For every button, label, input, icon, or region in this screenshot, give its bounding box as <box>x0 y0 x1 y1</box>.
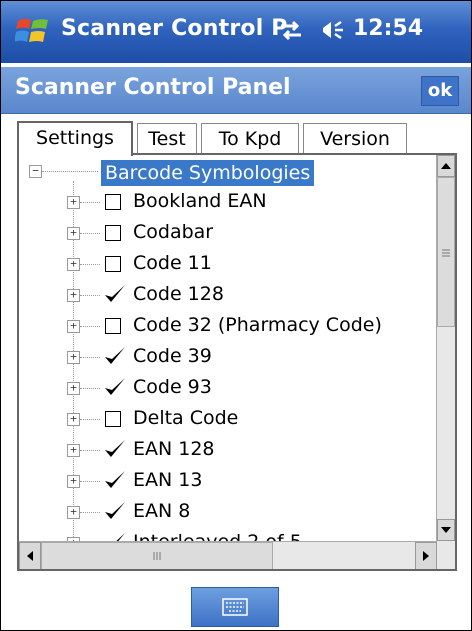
windows-start-icon[interactable] <box>15 15 51 47</box>
up-arrow-icon <box>441 163 451 169</box>
expand-icon[interactable]: + <box>67 320 80 333</box>
tree-connector <box>80 481 100 482</box>
tree-item[interactable]: +Interleaved 2 of 5 <box>19 527 439 541</box>
connectivity-icon[interactable] <box>277 17 305 43</box>
checkmark-icon[interactable] <box>103 283 127 305</box>
expand-icon[interactable]: + <box>67 227 80 240</box>
tree-connector <box>80 450 100 451</box>
checkbox[interactable] <box>105 225 121 241</box>
scroll-up-button[interactable] <box>437 155 455 177</box>
collapse-icon[interactable]: − <box>29 165 42 178</box>
expand-icon[interactable]: + <box>67 475 80 488</box>
tree-root-label[interactable]: Barcode Symbologies <box>101 160 315 186</box>
tree-connector <box>42 171 98 172</box>
volume-icon[interactable] <box>317 18 347 42</box>
tree-connector <box>80 264 100 265</box>
tree-connector <box>80 202 100 203</box>
page-title: Scanner Control Panel <box>15 75 291 100</box>
grip-icon <box>442 249 450 257</box>
app-title: Scanner Control P <box>61 16 288 41</box>
tree-item[interactable]: + EAN 13 <box>19 465 439 496</box>
tree-item-label[interactable]: EAN 128 <box>133 438 215 460</box>
scrollbar-corner <box>437 541 455 569</box>
tree-item-label[interactable]: Codabar <box>133 221 213 243</box>
tree-item-label[interactable]: Code 11 <box>133 252 212 274</box>
tree-item[interactable]: + EAN 128 <box>19 434 439 465</box>
checkbox[interactable] <box>105 411 121 427</box>
right-arrow-icon <box>423 551 429 561</box>
scroll-down-button[interactable] <box>437 519 455 541</box>
tab-to-kpd[interactable]: To Kpd <box>201 123 299 153</box>
tree-item-label[interactable]: Code 128 <box>133 283 224 305</box>
tab-bar: Settings Test To Kpd Version <box>17 121 457 156</box>
clock[interactable]: 12:54 <box>353 16 423 41</box>
tree-item[interactable]: + Code 128 <box>19 279 439 310</box>
tree-item-label[interactable]: Interleaved 2 of 5 <box>133 531 302 541</box>
checkbox[interactable] <box>105 256 121 272</box>
scroll-left-button[interactable] <box>19 542 41 569</box>
checkbox[interactable] <box>105 318 121 334</box>
expand-icon[interactable]: + <box>67 413 80 426</box>
tab-settings[interactable]: Settings <box>17 121 133 156</box>
tree-connector <box>80 388 100 389</box>
checkmark-icon[interactable] <box>103 469 127 491</box>
checkmark-icon[interactable] <box>103 438 127 460</box>
tree-item[interactable]: + EAN 8 <box>19 496 439 527</box>
tree-connector <box>80 512 100 513</box>
tab-test[interactable]: Test <box>137 123 197 153</box>
app-header: Scanner Control Panel ok <box>1 67 471 114</box>
tab-version[interactable]: Version <box>303 123 407 153</box>
vertical-scroll-thumb[interactable] <box>437 177 455 327</box>
tree-item[interactable]: + Code 93 <box>19 372 439 403</box>
tree-item-label[interactable]: Code 32 (Pharmacy Code) <box>133 314 382 336</box>
ok-button[interactable]: ok <box>421 76 459 106</box>
tree-item-label[interactable]: Code 39 <box>133 345 212 367</box>
tree-item-label[interactable]: Bookland EAN <box>133 190 267 212</box>
tree-connector <box>80 357 100 358</box>
vertical-scrollbar[interactable] <box>436 155 455 541</box>
keyboard-button[interactable] <box>191 587 279 627</box>
keyboard-icon <box>222 598 248 616</box>
scroll-right-button[interactable] <box>415 542 437 569</box>
checkmark-icon[interactable] <box>103 376 127 398</box>
settings-panel: − Barcode Symbologies + Bookland EAN + Coda… <box>17 153 457 571</box>
grip-icon <box>153 552 161 560</box>
tree-connector <box>80 419 100 420</box>
checkmark-icon[interactable] <box>103 531 127 541</box>
tree-item-label[interactable]: EAN 8 <box>133 500 190 522</box>
expand-icon[interactable]: + <box>67 382 80 395</box>
tree-item[interactable]: + Code 39 <box>19 341 439 372</box>
left-arrow-icon <box>27 551 33 561</box>
tree-item[interactable]: + Delta Code <box>19 403 439 434</box>
expand-icon[interactable]: + <box>67 506 80 519</box>
expand-icon[interactable]: + <box>67 258 80 271</box>
device-screen: Scanner Control P 12:54 Scanner Control … <box>0 0 472 631</box>
symbology-tree: − Barcode Symbologies + Bookland EAN + Coda… <box>19 155 439 541</box>
checkmark-icon[interactable] <box>103 345 127 367</box>
checkbox[interactable] <box>105 194 121 210</box>
tree-item-label[interactable]: EAN 13 <box>133 469 202 491</box>
tree-item-label[interactable]: Code 93 <box>133 376 212 398</box>
tree-connector <box>80 233 100 234</box>
expand-icon[interactable]: + <box>67 289 80 302</box>
tree-item[interactable]: + Bookland EAN <box>19 186 439 217</box>
horizontal-scroll-thumb[interactable] <box>41 542 273 569</box>
tree-item[interactable]: + Codabar <box>19 217 439 248</box>
tree-item[interactable]: + Code 32 (Pharmacy Code) <box>19 310 439 341</box>
tree-connector <box>80 326 100 327</box>
expand-icon[interactable]: + <box>67 351 80 364</box>
tree-item[interactable]: + Code 11 <box>19 248 439 279</box>
tree-connector <box>80 295 100 296</box>
expand-icon[interactable]: + <box>67 196 80 209</box>
down-arrow-icon <box>441 527 451 533</box>
expand-icon[interactable]: + <box>67 444 80 457</box>
status-bar: Scanner Control P 12:54 <box>1 1 471 63</box>
tree-root-row[interactable]: − Barcode Symbologies <box>19 155 439 186</box>
checkmark-icon[interactable] <box>103 500 127 522</box>
horizontal-scrollbar[interactable] <box>19 541 439 569</box>
tree-item-label[interactable]: Delta Code <box>133 407 238 429</box>
